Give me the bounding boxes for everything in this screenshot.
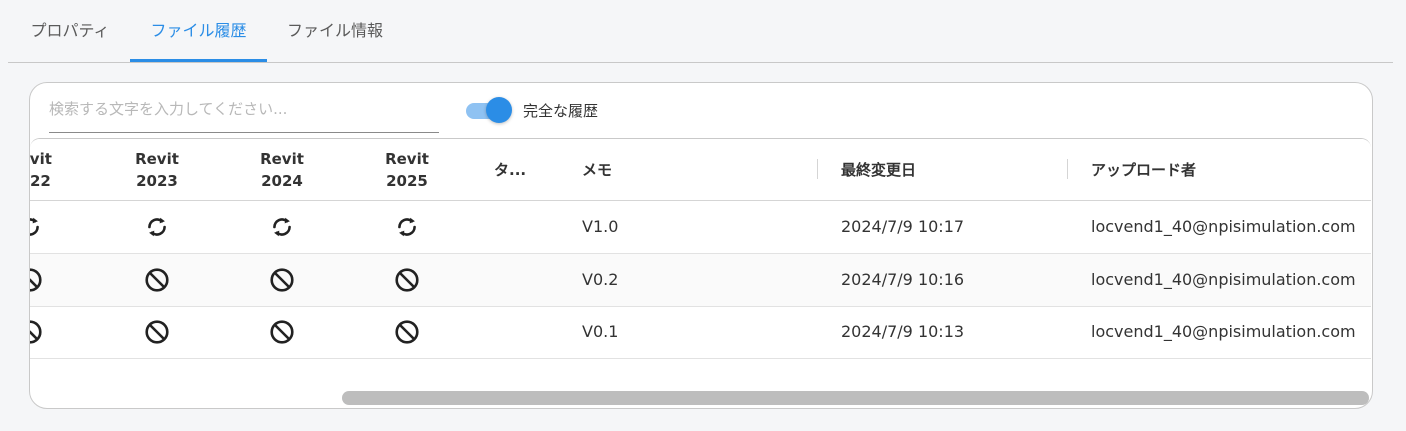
uploader-cell: locvend1_40@npisimulation.com bbox=[1091, 217, 1356, 236]
toggle-thumb[interactable] bbox=[486, 97, 512, 123]
table-row[interactable]: V1.0 2024/7/9 10:17 locvend1_40@npisimul… bbox=[30, 201, 1371, 254]
uploader-cell: locvend1_40@npisimulation.com bbox=[1091, 270, 1356, 289]
table-header: Revit 2022 Revit 2023 Revit 2024 Revit 2… bbox=[30, 139, 1371, 201]
header-revit-2022[interactable]: Revit 2022 bbox=[30, 139, 70, 200]
blocked-icon bbox=[394, 267, 420, 293]
header-type[interactable]: タ... bbox=[494, 139, 526, 200]
tab-file-history[interactable]: ファイル履歴 bbox=[130, 0, 267, 62]
header-revit-2025[interactable]: Revit 2025 bbox=[367, 139, 447, 200]
horizontal-scrollbar-thumb[interactable] bbox=[342, 391, 1369, 405]
memo-cell: V1.0 bbox=[582, 217, 619, 236]
blocked-icon bbox=[394, 319, 420, 345]
sync-icon[interactable] bbox=[144, 214, 170, 240]
sync-icon[interactable] bbox=[394, 214, 420, 240]
header-line: 2024 bbox=[261, 171, 303, 190]
header-line: Revit bbox=[30, 149, 52, 168]
header-line: Revit bbox=[385, 149, 429, 168]
tab-bar: プロパティ ファイル履歴 ファイル情報 bbox=[8, 0, 1393, 63]
full-history-label: 完全な履歴 bbox=[523, 102, 599, 120]
blocked-icon bbox=[30, 267, 43, 293]
sync-icon[interactable] bbox=[30, 214, 43, 240]
header-revit-2024[interactable]: Revit 2024 bbox=[242, 139, 322, 200]
header-line: Revit bbox=[260, 149, 304, 168]
blocked-icon bbox=[30, 319, 43, 345]
blocked-icon bbox=[269, 319, 295, 345]
blocked-icon bbox=[144, 319, 170, 345]
uploader-cell: locvend1_40@npisimulation.com bbox=[1091, 322, 1356, 341]
table-row[interactable]: V0.1 2024/7/9 10:13 locvend1_40@npisimul… bbox=[30, 306, 1371, 359]
tab-file-info[interactable]: ファイル情報 bbox=[278, 0, 392, 61]
header-revit-2023[interactable]: Revit 2023 bbox=[117, 139, 197, 200]
header-line: 2025 bbox=[386, 171, 428, 190]
header-memo[interactable]: メモ bbox=[582, 139, 612, 200]
search-input[interactable] bbox=[49, 88, 439, 130]
header-last-modified[interactable]: 最終変更日 bbox=[841, 139, 916, 200]
header-line: 2022 bbox=[30, 171, 51, 190]
sync-icon[interactable] bbox=[269, 214, 295, 240]
memo-cell: V0.2 bbox=[582, 270, 619, 289]
header-uploader[interactable]: アップロード者 bbox=[1091, 139, 1196, 200]
table-row[interactable]: V0.2 2024/7/9 10:16 locvend1_40@npisimul… bbox=[30, 254, 1371, 307]
tab-properties[interactable]: プロパティ bbox=[20, 0, 120, 61]
blocked-icon bbox=[269, 267, 295, 293]
blocked-icon bbox=[144, 267, 170, 293]
modified-cell: 2024/7/9 10:16 bbox=[841, 270, 965, 289]
full-history-toggle[interactable] bbox=[466, 97, 514, 123]
file-history-table: Revit 2022 Revit 2023 Revit 2024 Revit 2… bbox=[30, 138, 1371, 408]
column-separator[interactable] bbox=[1067, 159, 1068, 179]
search-box bbox=[49, 88, 439, 133]
memo-cell: V0.1 bbox=[582, 322, 619, 341]
column-separator[interactable] bbox=[817, 159, 818, 179]
modified-cell: 2024/7/9 10:17 bbox=[841, 217, 965, 236]
modified-cell: 2024/7/9 10:13 bbox=[841, 322, 965, 341]
header-line: 2023 bbox=[136, 171, 178, 190]
header-line: Revit bbox=[135, 149, 179, 168]
